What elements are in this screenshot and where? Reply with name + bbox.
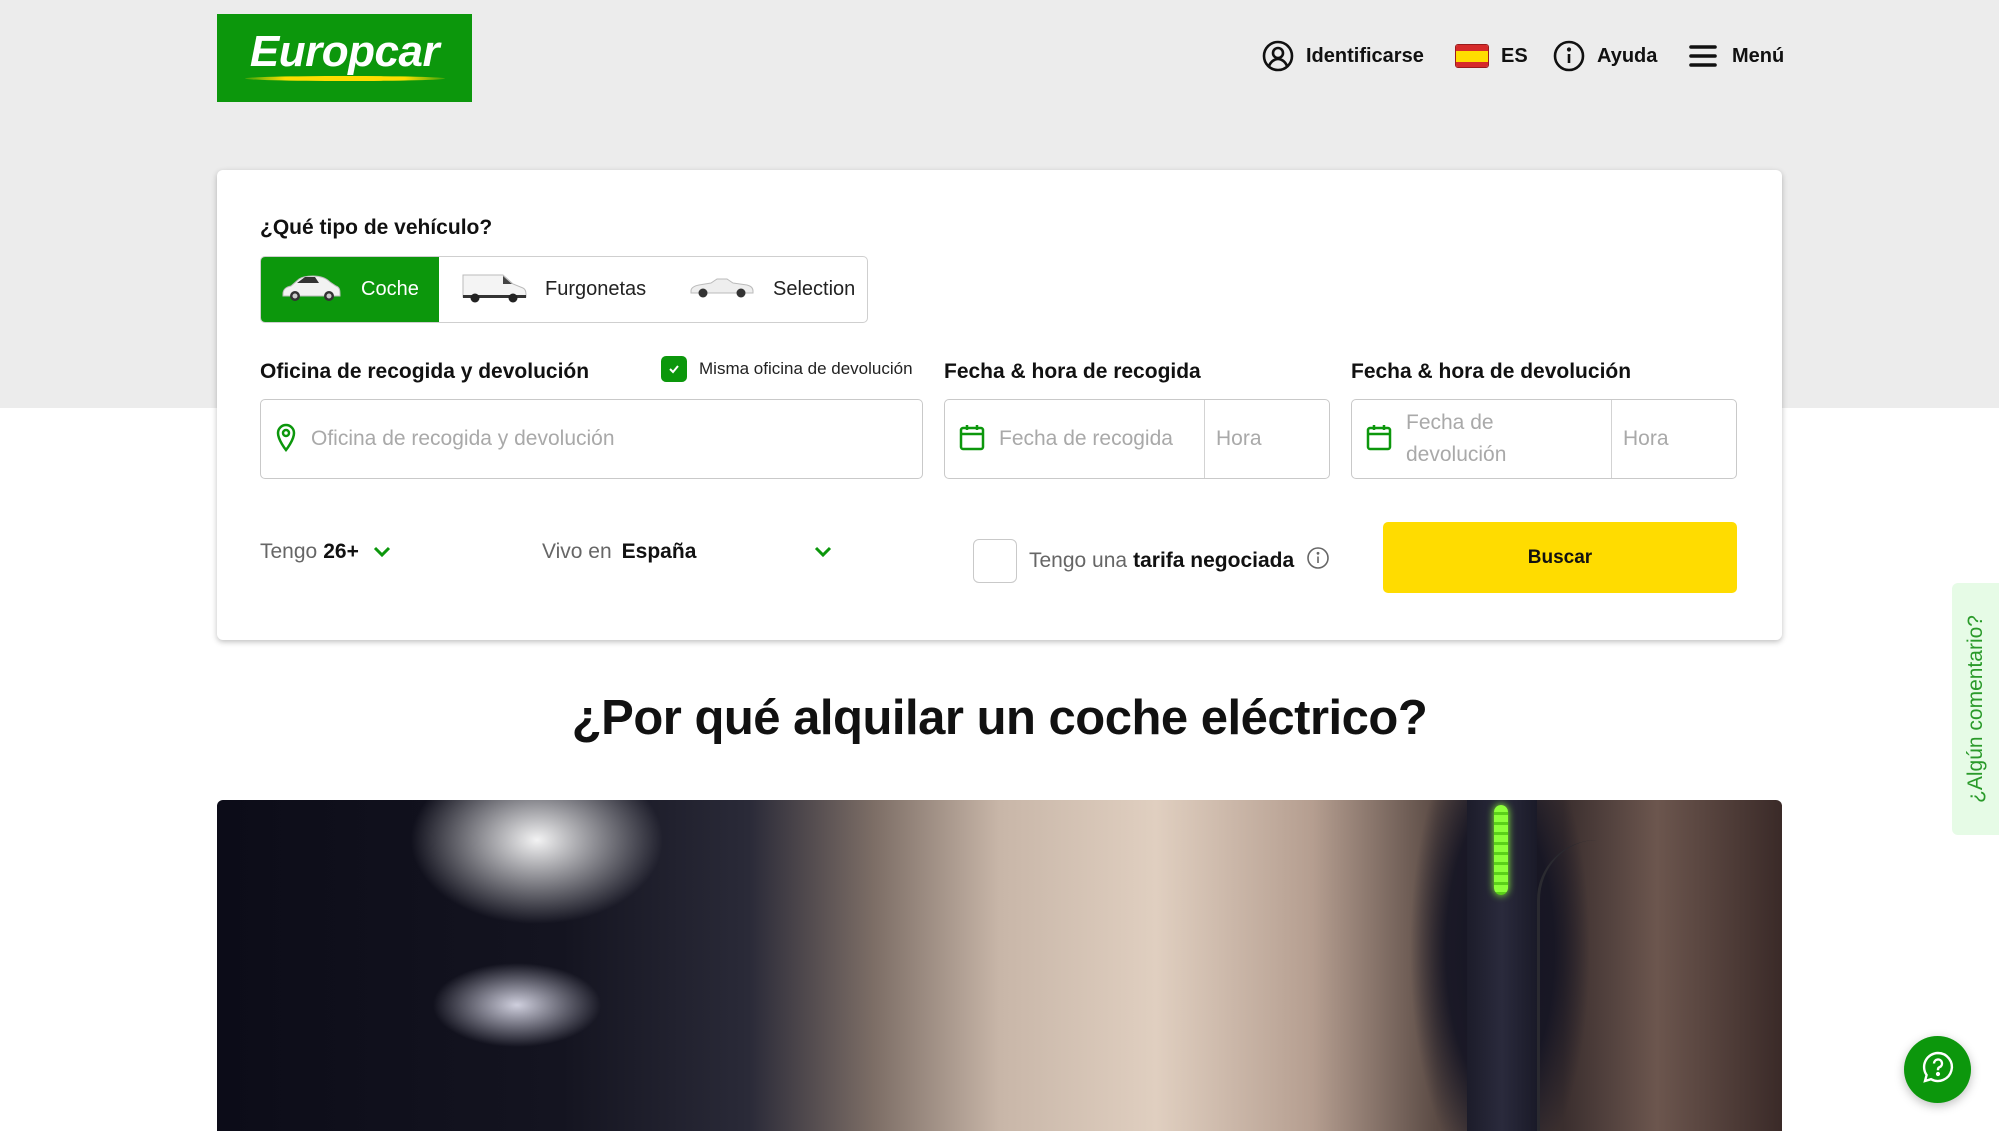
info-icon[interactable]	[1306, 546, 1330, 576]
nav-menu-label: Menú	[1732, 44, 1785, 67]
pickup-date-placeholder: Fecha de recogida	[999, 427, 1173, 450]
same-office-label: Misma oficina de devolución	[699, 359, 913, 378]
section-title: ¿Por qué alquilar un coche eléctrico?	[571, 691, 1428, 745]
pickup-datetime-label: Fecha & hora de recogida	[944, 360, 1201, 383]
nav-help[interactable]: Ayuda	[1553, 36, 1657, 76]
vehicle-type-furgonetas[interactable]: Furgonetas	[439, 257, 669, 322]
residence-prefix: Vivo en	[542, 540, 612, 563]
calendar-icon	[1366, 423, 1392, 456]
office-label: Oficina de recogida y devolución	[260, 360, 590, 383]
negotiated-rate-prefix: Tengo una	[1029, 549, 1128, 572]
return-datetime-field: Fecha de devolución Hora	[1351, 399, 1737, 479]
booking-form-card: ¿Qué tipo de vehículo? Coche Furgonetas …	[217, 170, 1782, 640]
negotiated-rate-option: Tengo una tarifa negociada	[973, 539, 1330, 583]
user-circle-icon	[1262, 40, 1294, 72]
nav-login[interactable]: Identificarse	[1262, 36, 1424, 76]
pickup-datetime-field: Fecha de recogida Hora	[944, 399, 1330, 479]
feedback-tab[interactable]: ¿Algún comentario?	[1952, 583, 1999, 835]
spain-flag-icon	[1455, 44, 1489, 68]
info-circle-icon	[1553, 40, 1585, 72]
age-dropdown[interactable]: Tengo 26+	[260, 540, 391, 564]
return-time-placeholder: Hora	[1623, 427, 1669, 450]
negotiated-rate-checkbox[interactable]	[973, 539, 1017, 583]
nav-help-label: Ayuda	[1597, 44, 1658, 67]
charging-led-indicator	[1494, 805, 1508, 895]
vehicle-type-coche[interactable]: Coche	[261, 257, 439, 322]
vehicle-type-label: ¿Qué tipo de vehículo?	[260, 216, 493, 239]
search-button[interactable]: Buscar	[1383, 522, 1737, 593]
residence-value: España	[621, 540, 697, 563]
pickup-time-placeholder: Hora	[1216, 427, 1262, 450]
nav-language-label: ES	[1501, 44, 1528, 67]
pickup-time-input[interactable]: Hora	[1205, 400, 1329, 478]
nav-language[interactable]: ES	[1455, 36, 1528, 76]
chat-question-icon	[1921, 1050, 1955, 1089]
car-icon	[279, 272, 343, 308]
return-date-placeholder: Fecha de devolución	[1406, 411, 1507, 466]
calendar-icon	[959, 423, 985, 456]
office-input-placeholder: Oficina de recogida y devolución	[311, 427, 615, 450]
hamburger-menu-icon	[1688, 43, 1718, 69]
vehicle-type-selection-label: Selection	[773, 278, 856, 300]
age-value: 26+	[323, 540, 359, 563]
van-icon	[461, 271, 527, 309]
vehicle-type-coche-label: Coche	[361, 278, 419, 300]
convertible-icon	[689, 275, 755, 305]
chevron-down-icon	[373, 540, 391, 564]
office-input[interactable]: Oficina de recogida y devolución	[260, 399, 923, 479]
nav-menu[interactable]: Menú	[1688, 36, 1784, 76]
vehicle-type-selection[interactable]: Selection	[669, 257, 867, 322]
europcar-logo[interactable]: Europcar	[217, 14, 472, 102]
residence-dropdown[interactable]: Vivo en España	[542, 540, 832, 564]
help-chat-button[interactable]	[1904, 1036, 1971, 1103]
charging-cable	[1537, 840, 1597, 1131]
chevron-down-icon	[814, 540, 832, 564]
nav-login-label: Identificarse	[1306, 44, 1424, 67]
location-pin-icon	[275, 422, 297, 457]
age-prefix: Tengo	[260, 540, 318, 563]
checkmark-icon	[661, 356, 687, 382]
return-date-input[interactable]: Fecha de devolución	[1352, 400, 1612, 478]
vehicle-type-selector: Coche Furgonetas Selection	[260, 256, 868, 323]
hero-image-electric-car-charging	[217, 800, 1782, 1131]
return-time-input[interactable]: Hora	[1612, 400, 1736, 478]
logo-wordmark: Europcar	[249, 26, 440, 76]
negotiated-rate-label: tarifa negociada	[1133, 549, 1295, 572]
logo-swoosh	[244, 75, 445, 81]
same-office-checkbox[interactable]: Misma oficina de devolución	[661, 356, 913, 382]
return-datetime-label: Fecha & hora de devolución	[1351, 360, 1632, 383]
vehicle-type-furgonetas-label: Furgonetas	[545, 278, 647, 300]
pickup-date-input[interactable]: Fecha de recogida	[945, 400, 1205, 478]
feedback-tab-label: ¿Algún comentario?	[1963, 615, 1987, 803]
